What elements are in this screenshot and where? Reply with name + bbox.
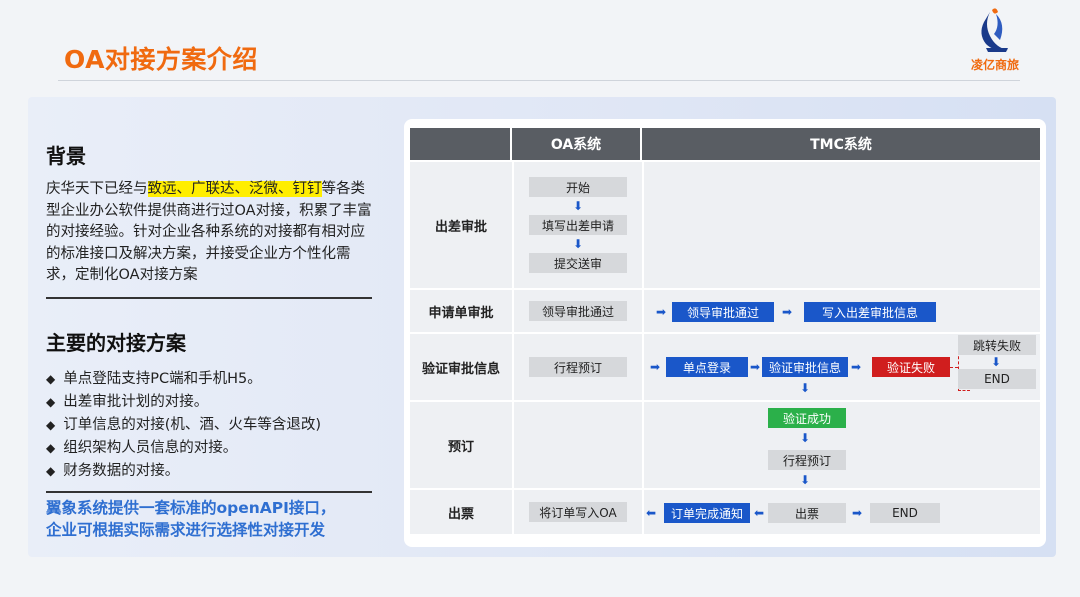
flow-step: 行程预订 (529, 357, 627, 377)
flow-step: 单点登录 (666, 357, 748, 377)
row-label: 出票 (410, 490, 512, 534)
flow-step: 订单完成通知 (664, 503, 750, 523)
table-row: 申请单审批 领导审批通过 ➡ 领导审批通过 ➡ 写入出差审批信息 (410, 288, 1040, 332)
arrow-icon: ➡ (650, 360, 661, 374)
table-header: OA系统 TMC系统 (410, 128, 1040, 160)
oa-cell: 将订单写入OA (512, 490, 642, 534)
flow-step: 出票 (768, 503, 846, 523)
brand-logo: 凌亿商旅 (960, 4, 1030, 74)
table-row: 出票 将订单写入OA ⬅ 订单完成通知 ⬅ 出票 ➡ END (410, 488, 1040, 534)
tmc-cell (642, 162, 1040, 288)
arrow-icon: ⬅ (646, 506, 657, 520)
flow-step: 跳转失败 (958, 335, 1036, 355)
diamond-icon: ◆ (46, 371, 56, 386)
plan-heading: 主要的对接方案 (46, 330, 186, 355)
arrow-icon: ⬇ (991, 355, 1002, 369)
oa-cell: 开始 ⬇ 填写出差申请 ⬇ 提交送审 (512, 162, 642, 288)
list-item: ◆ 出差审批计划的对接。 (46, 391, 376, 414)
arrow-icon: ➡ (656, 305, 667, 319)
header-cell-oa: OA系统 (512, 128, 642, 160)
flow-step: 开始 (529, 177, 627, 197)
flow-step-success: 验证成功 (768, 408, 846, 428)
list-item: ◆ 组织架构人员信息的对接。 (46, 437, 376, 460)
flow-step-end: END (870, 503, 940, 523)
row-label: 验证审批信息 (410, 334, 512, 400)
header-cell-tmc: TMC系统 (642, 128, 1040, 160)
list-item-text: 财务数据的对接。 (63, 462, 180, 479)
dashed-connector (950, 367, 958, 368)
logo-text: 凌亿商旅 (970, 58, 1019, 72)
row-label: 预订 (410, 402, 512, 488)
flow-step: 提交送审 (529, 253, 627, 273)
plan-list: ◆ 单点登陆支持PC端和手机H5。 ◆ 出差审批计划的对接。 ◆ 订单信息的对接(机、… (46, 368, 376, 483)
arrow-icon: ⬇ (572, 199, 584, 213)
title-divider (58, 80, 1020, 81)
diamond-icon: ◆ (46, 463, 56, 478)
oa-cell (512, 402, 642, 488)
flow-step: 将订单写入OA (529, 502, 627, 522)
list-item: ◆ 单点登陆支持PC端和手机H5。 (46, 368, 376, 391)
flow-step: 领导审批通过 (529, 301, 627, 321)
oa-cell: 行程预订 (512, 334, 642, 400)
flow-step: 行程预订 (768, 450, 846, 470)
section-divider (46, 296, 372, 299)
arrow-icon: ➡ (852, 506, 863, 520)
arrow-icon: ⬇ (800, 473, 811, 487)
background-text-pre: 庆华天下已经与 (46, 181, 148, 197)
row-label: 出差审批 (410, 162, 512, 288)
flow-step-end: END (958, 369, 1036, 389)
oa-flow: 开始 ⬇ 填写出差申请 ⬇ 提交送审 (529, 177, 627, 273)
arrow-icon: ⬅ (754, 506, 765, 520)
section-divider (46, 490, 372, 493)
table-row: 出差审批 开始 ⬇ 填写出差申请 ⬇ 提交送审 (410, 160, 1040, 288)
arrow-icon: ⬇ (800, 431, 811, 445)
background-text: 庆华天下已经与致远、广联达、泛微、钉钉等各类型企业办公软件提供商进行过OA对接，… (46, 179, 376, 287)
list-item-text: 订单信息的对接(机、酒、火车等含退改) (63, 416, 322, 433)
list-item-text: 出差审批计划的对接。 (63, 393, 209, 410)
oa-cell: 领导审批通过 (512, 290, 642, 332)
diamond-icon: ◆ (46, 394, 56, 409)
tmc-cell: ⬅ 订单完成通知 ⬅ 出票 ➡ END (642, 490, 1040, 534)
arrow-icon: ➡ (782, 305, 793, 319)
background-heading: 背景 (46, 144, 86, 168)
footer-line-2: 企业可根据实际需求进行选择性对接开发 (46, 521, 326, 539)
list-item-text: 单点登陆支持PC端和手机H5。 (63, 370, 262, 387)
flow-step-failed: 验证失败 (872, 357, 950, 377)
flow-step: 填写出差申请 (529, 215, 627, 235)
footer-line-1: 翼象系统提供一套标准的openAPI接口， (46, 499, 336, 517)
background-text-highlight: 致远、广联达、泛微、钉钉 (147, 181, 322, 197)
diamond-icon: ◆ (46, 417, 56, 432)
tmc-cell: 验证成功 ⬇ 行程预订 ⬇ (642, 402, 1040, 488)
list-item-text: 组织架构人员信息的对接。 (63, 439, 238, 456)
arrow-icon: ➡ (750, 360, 761, 374)
tmc-cell: ➡ 单点登录 ➡ 验证审批信息 ➡ 验证失败 ⬇ 跳转失败 ⬇ END (642, 334, 1040, 400)
flow-step: 验证审批信息 (762, 357, 848, 377)
logo-icon (981, 8, 1008, 52)
page-title: OA对接方案介绍 (64, 45, 258, 74)
flow-table: OA系统 TMC系统 出差审批 开始 ⬇ 填写出差申请 ⬇ 提交送审 申请单审批… (410, 128, 1040, 534)
list-item: ◆ 财务数据的对接。 (46, 460, 376, 483)
table-row: 验证审批信息 行程预订 ➡ 单点登录 ➡ 验证审批信息 ➡ 验证失败 ⬇ 跳转失… (410, 332, 1040, 400)
row-label: 申请单审批 (410, 290, 512, 332)
diamond-icon: ◆ (46, 440, 56, 455)
flow-step: 领导审批通过 (672, 302, 774, 322)
footer-note: 翼象系统提供一套标准的openAPI接口， 企业可根据实际需求进行选择性对接开发 (46, 497, 386, 541)
table-row: 预订 验证成功 ⬇ 行程预订 ⬇ (410, 400, 1040, 488)
tmc-cell: ➡ 领导审批通过 ➡ 写入出差审批信息 (642, 290, 1040, 332)
dashed-connector (958, 390, 970, 391)
arrow-icon: ⬇ (572, 237, 584, 251)
arrow-icon: ➡ (851, 360, 862, 374)
arrow-icon: ⬇ (800, 381, 811, 395)
flow-step: 写入出差审批信息 (804, 302, 936, 322)
header-cell-empty (410, 128, 512, 160)
list-item: ◆ 订单信息的对接(机、酒、火车等含退改) (46, 414, 376, 437)
left-column: 背景 庆华天下已经与致远、广联达、泛微、钉钉等各类型企业办公软件提供商进行过OA… (46, 140, 376, 493)
